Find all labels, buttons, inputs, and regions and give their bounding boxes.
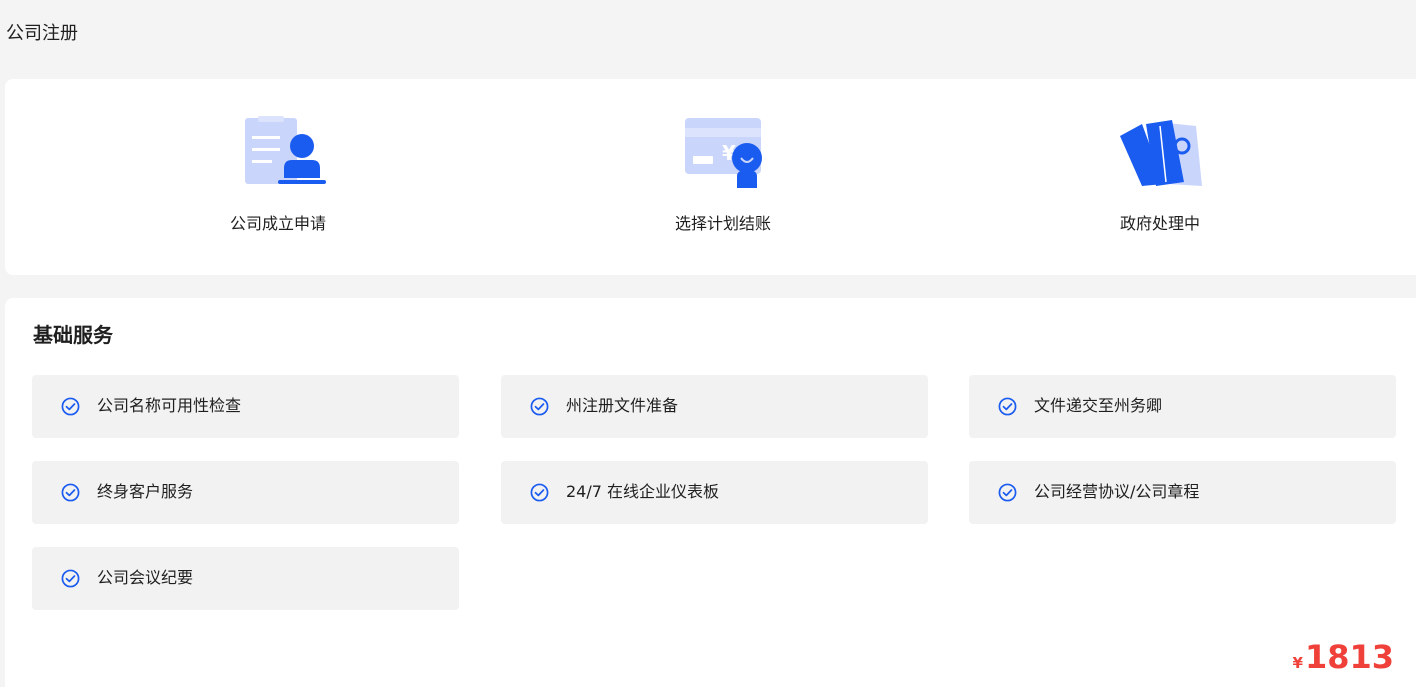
step-company-application: 公司成立申请 [128, 79, 428, 275]
service-label: 24/7 在线企业仪表板 [566, 482, 720, 501]
step-label: 政府处理中 [1119, 214, 1200, 233]
service-label: 公司经营协议/公司章程 [1034, 482, 1200, 501]
check-circle-icon [530, 483, 549, 502]
section-title: 基础服务 [33, 323, 113, 347]
service-label: 终身客户服务 [97, 482, 194, 501]
service-item: 终身客户服务 [32, 461, 459, 524]
step-government-processing: 政府处理中 [1010, 79, 1310, 275]
service-label: 公司会议纪要 [97, 568, 194, 587]
step-label: 公司成立申请 [229, 214, 326, 233]
service-item: 文件递交至州务卿 [969, 375, 1396, 438]
service-label: 州注册文件准备 [566, 396, 679, 415]
application-form-icon [245, 116, 326, 184]
government-processing-icon [1120, 120, 1202, 186]
check-circle-icon [61, 483, 80, 502]
service-item: 公司会议纪要 [32, 547, 459, 610]
page-title: 公司注册 [6, 23, 78, 44]
step-choose-plan-checkout: ¥ 选择计划结账 [573, 79, 873, 275]
check-circle-icon [530, 397, 549, 416]
service-item: 公司名称可用性检查 [32, 375, 459, 438]
service-item: 24/7 在线企业仪表板 [501, 461, 928, 524]
check-circle-icon [61, 397, 80, 416]
check-circle-icon [61, 569, 80, 588]
payment-checkout-icon: ¥ [685, 118, 762, 188]
service-label: 公司名称可用性检查 [97, 396, 242, 415]
check-circle-icon [998, 397, 1017, 416]
price-currency: ¥ [1292, 654, 1303, 672]
price-amount: 1813 [1304, 638, 1394, 676]
step-label: 选择计划结账 [674, 214, 771, 233]
check-circle-icon [998, 483, 1017, 502]
basic-services-card: 基础服务 公司名称可用性检查 州注册文件准备 文件递交至州务卿 终身客户服务 2… [5, 298, 1416, 687]
price: ¥1813 [1293, 639, 1395, 675]
steps-card: 公司成立申请 ¥ 选择计划结账 政府处理中 [5, 79, 1416, 275]
service-label: 文件递交至州务卿 [1034, 396, 1163, 415]
service-item: 公司经营协议/公司章程 [969, 461, 1396, 524]
service-item: 州注册文件准备 [501, 375, 928, 438]
